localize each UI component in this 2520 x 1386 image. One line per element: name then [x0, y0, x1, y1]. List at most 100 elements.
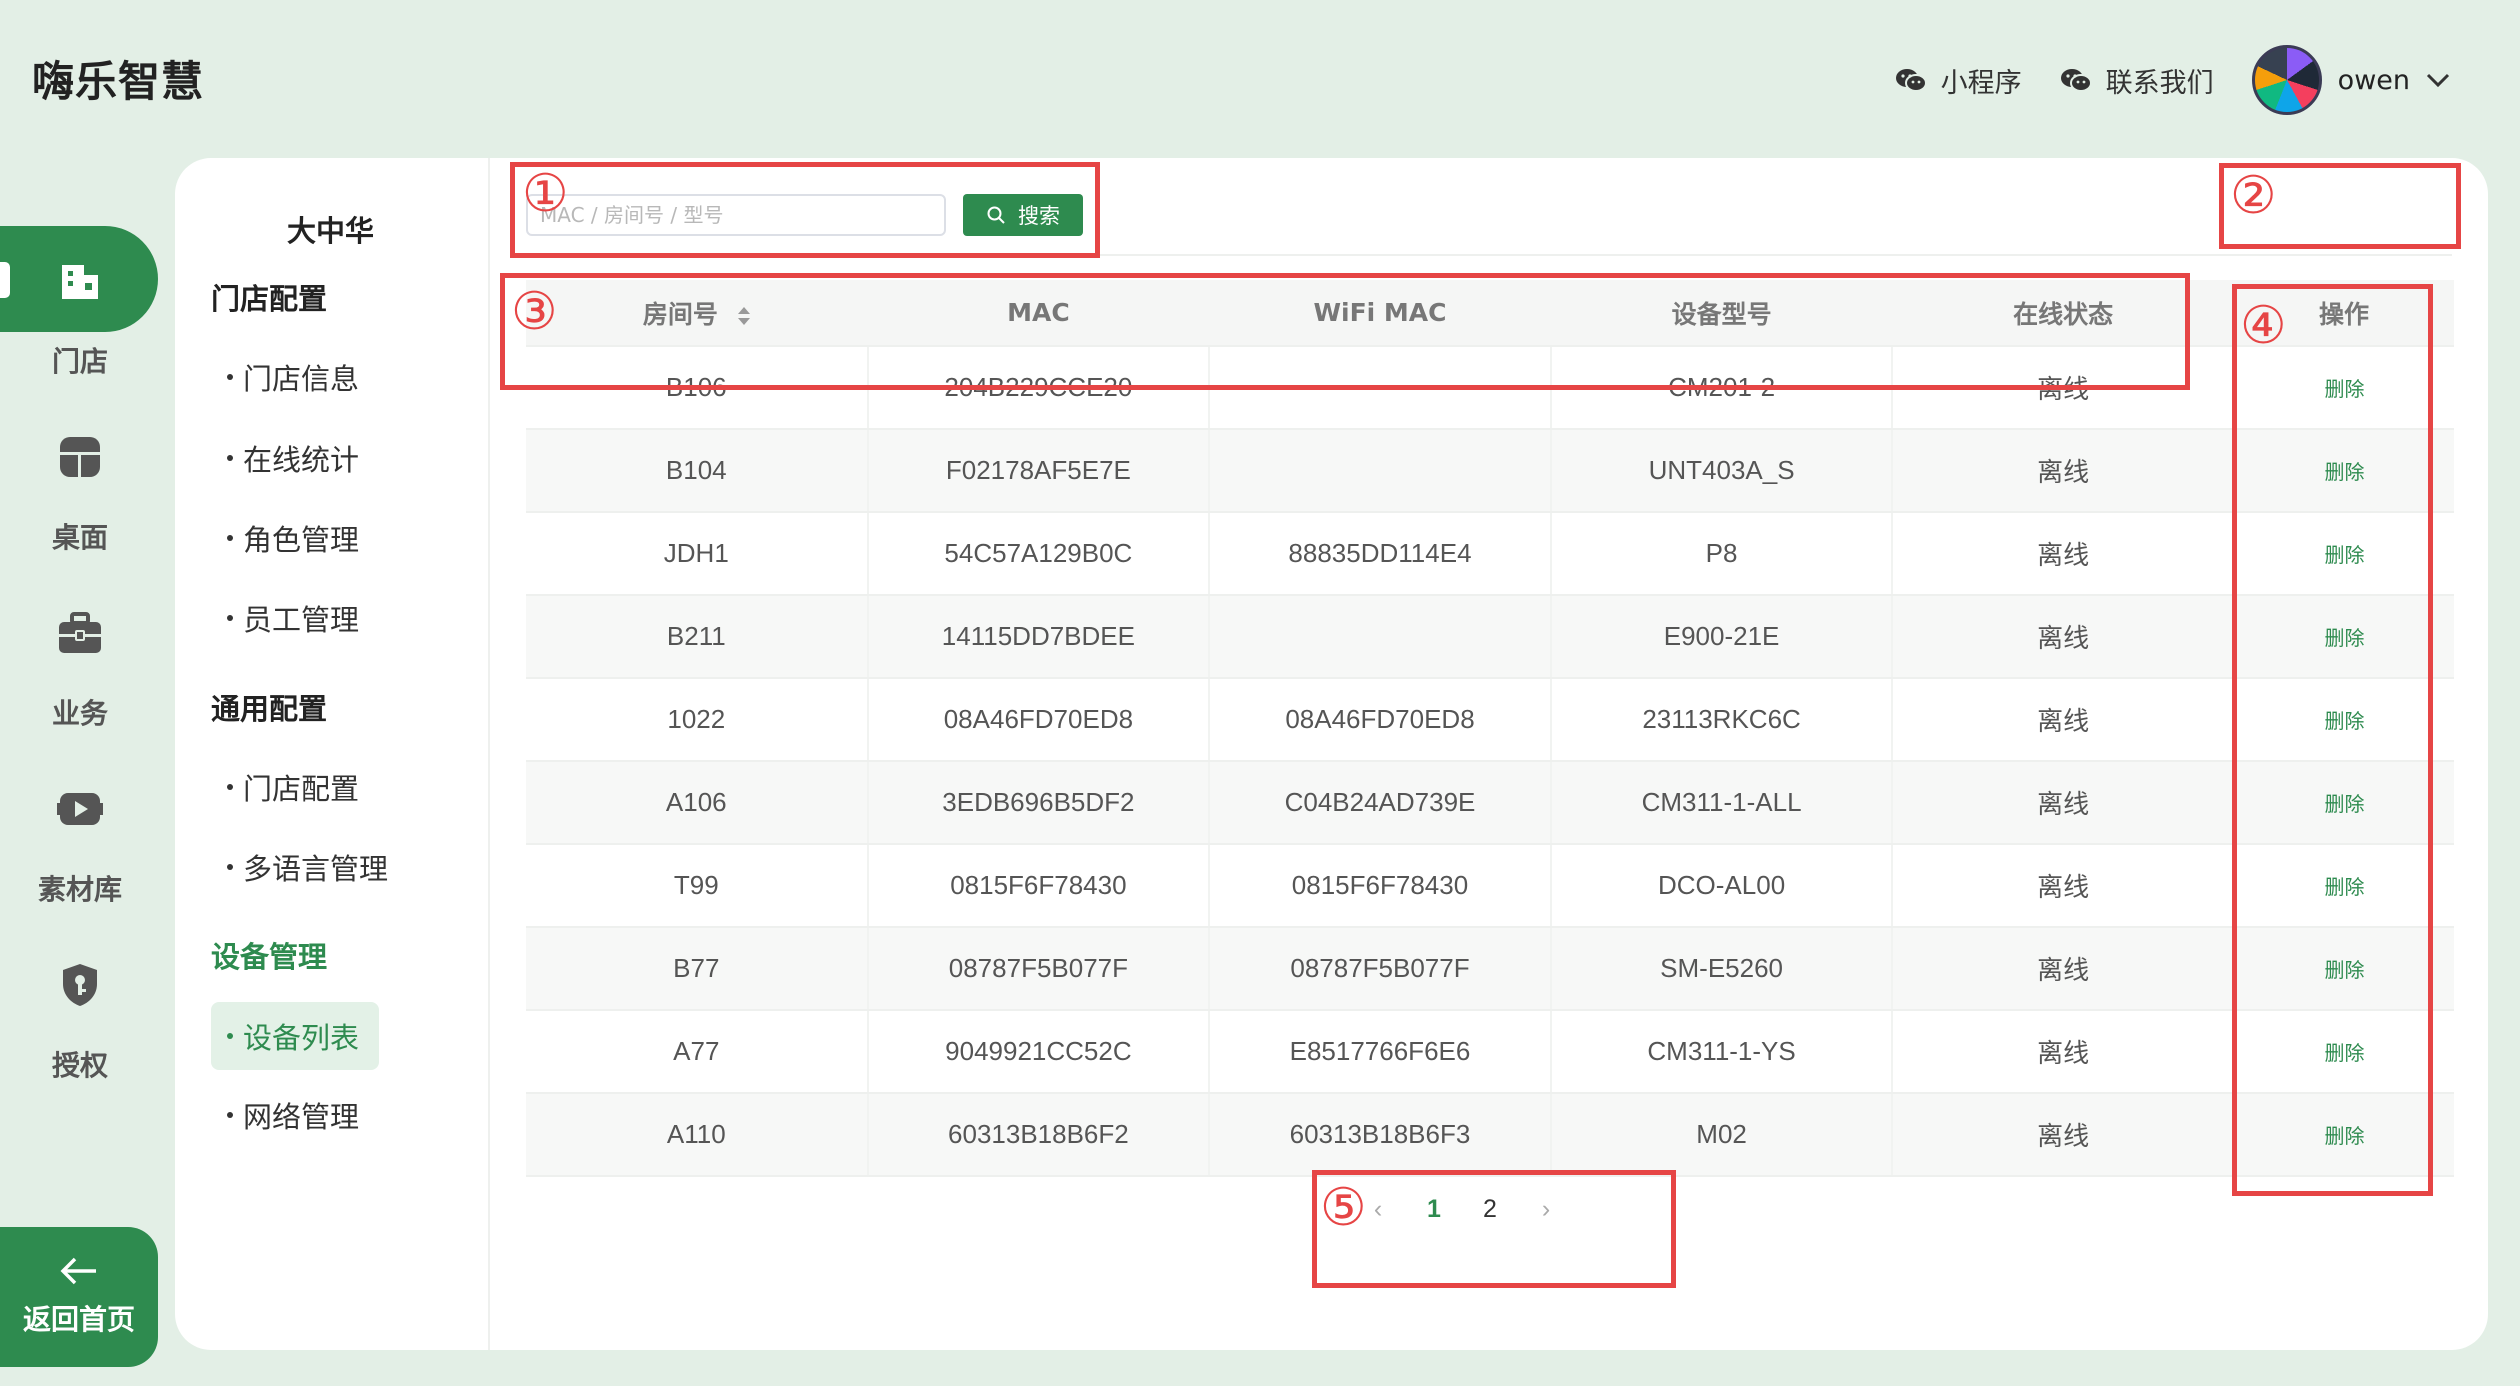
delete-button[interactable]: 删除	[2325, 711, 2365, 733]
cell-model: P8	[1550, 512, 1894, 596]
table-body: B106 204B229CCE20 CM201-2 离线 删除 B104 F02178AF5…	[526, 346, 2454, 1177]
user-avatar[interactable]	[2251, 45, 2322, 115]
submenu-item-store-settings[interactable]: 门店配置	[211, 753, 379, 821]
chevron-down-icon[interactable]	[2426, 72, 2450, 88]
rail-item-store[interactable]: 门店	[0, 226, 160, 402]
annotation-number-1: ①	[522, 164, 569, 224]
submenu-item-store-info[interactable]: 门店信息	[211, 343, 379, 411]
table-row: 1022 08A46FD70ED8 08A46FD70ED8 23113RKC6C 离线…	[526, 678, 2454, 762]
cell-action: 删除	[2234, 595, 2454, 679]
username[interactable]: owen	[2338, 65, 2410, 96]
rail-item-business[interactable]: 业务	[0, 578, 160, 754]
column-header-room[interactable]: 房间号	[526, 280, 868, 347]
miniprogram-link[interactable]: 小程序	[1895, 61, 2022, 100]
cell-status: 离线	[1892, 512, 2235, 596]
cell-action: 删除	[2234, 1093, 2454, 1177]
cell-room: A106	[526, 761, 869, 845]
toolbar-divider	[526, 254, 2452, 256]
contact-us-link[interactable]: 联系我们	[2060, 61, 2214, 100]
column-header-status: 在线状态	[1892, 280, 2234, 347]
submenu-item-role-management[interactable]: 角色管理	[211, 504, 379, 572]
device-list-content: 搜索 房间号 MAC WiFi MAC 设备型号 在线状态 操作	[490, 158, 2488, 1350]
cell-action: 删除	[2234, 844, 2454, 928]
cell-wifi-mac: 60313B18B6F3	[1209, 1093, 1552, 1177]
cell-mac: F02178AF5E7E	[867, 429, 1211, 513]
table-row: B106 204B229CCE20 CM201-2 离线 删除	[526, 346, 2454, 430]
submenu-item-label: 门店信息	[243, 362, 360, 396]
next-page-button[interactable]: ›	[1518, 1195, 1574, 1224]
delete-button[interactable]: 删除	[2325, 628, 2365, 650]
cell-action: 删除	[2234, 429, 2454, 513]
submenu-item-language-management[interactable]: 多语言管理	[211, 833, 408, 901]
cell-mac: 08787F5B077F	[867, 927, 1211, 1011]
cell-mac: 54C57A129B0C	[867, 512, 1211, 596]
submenu-item-label: 网络管理	[243, 1100, 360, 1134]
cell-wifi-mac: 0815F6F78430	[1209, 844, 1552, 928]
cell-action: 删除	[2234, 1010, 2454, 1094]
cell-status: 离线	[1892, 346, 2235, 430]
rail-item-desktop[interactable]: 桌面	[0, 402, 160, 578]
page-button-2[interactable]: 2	[1462, 1195, 1518, 1224]
back-home-button[interactable]: 返回首页	[0, 1227, 158, 1367]
cell-action: 删除	[2234, 761, 2454, 845]
contact-label: 联系我们	[2105, 67, 2214, 99]
rail-label: 桌面	[51, 521, 108, 554]
desktop-icon	[60, 437, 100, 477]
cell-model: CM311-1-YS	[1550, 1010, 1894, 1094]
delete-button[interactable]: 删除	[2325, 1126, 2365, 1148]
submenu-item-online-stats[interactable]: 在线统计	[211, 424, 379, 492]
cell-action: 删除	[2234, 927, 2454, 1011]
cell-status: 离线	[1892, 844, 2235, 928]
top-navigation: 小程序 联系我们 owen	[1857, 40, 2450, 120]
submenu-item-label: 角色管理	[243, 523, 360, 557]
cell-mac: 14115DD7BDEE	[867, 595, 1211, 679]
annotation-number-4: ④	[2240, 296, 2287, 356]
sort-icon[interactable]	[737, 305, 751, 327]
rail-label: 业务	[51, 697, 108, 730]
cell-wifi-mac	[1209, 429, 1552, 513]
submenu-item-device-list[interactable]: 设备列表	[211, 1002, 380, 1070]
submenu-item-staff-management[interactable]: 员工管理	[211, 584, 379, 652]
delete-button[interactable]: 删除	[2325, 794, 2365, 816]
cell-mac: 60313B18B6F2	[867, 1093, 1211, 1177]
submenu-item-label: 在线统计	[243, 443, 360, 477]
cell-action: 删除	[2234, 512, 2454, 596]
cell-wifi-mac	[1209, 346, 1552, 430]
column-header-label: 房间号	[642, 299, 718, 329]
delete-button[interactable]: 删除	[2325, 1043, 2365, 1065]
table-row: B77 08787F5B077F 08787F5B077F SM-E5260 离线 删除	[526, 927, 2454, 1011]
back-home-label: 返回首页	[22, 1303, 135, 1336]
cell-model: SM-E5260	[1550, 927, 1894, 1011]
column-header-mac: MAC	[867, 280, 1210, 347]
delete-button[interactable]: 删除	[2325, 545, 2365, 567]
search-button[interactable]: 搜索	[963, 194, 1083, 236]
group-title-device-management: 设备管理	[211, 940, 328, 974]
search-input[interactable]	[526, 194, 946, 236]
cell-room: B104	[526, 429, 869, 513]
rail-item-media-library[interactable]: 素材库	[0, 754, 160, 930]
cell-model: CM311-1-ALL	[1550, 761, 1894, 845]
delete-button[interactable]: 删除	[2325, 877, 2365, 899]
rail-item-authorization[interactable]: 授权	[0, 930, 160, 1106]
cell-status: 离线	[1892, 1010, 2235, 1094]
cell-room: T99	[526, 844, 869, 928]
page-button-1[interactable]: 1	[1406, 1195, 1462, 1224]
delete-button[interactable]: 删除	[2325, 960, 2365, 982]
device-table: 房间号 MAC WiFi MAC 设备型号 在线状态 操作 B106 204B22…	[526, 280, 2454, 1177]
cell-mac: 9049921CC52C	[867, 1010, 1211, 1094]
cell-model: E900-21E	[1550, 595, 1894, 679]
submenu-item-network-management[interactable]: 网络管理	[211, 1081, 379, 1149]
cell-room: A110	[526, 1093, 869, 1177]
rail-label: 门店	[51, 345, 108, 378]
annotation-number-2: ②	[2230, 166, 2277, 226]
cell-room: JDH1	[526, 512, 869, 596]
cell-room: B211	[526, 595, 869, 679]
cell-wifi-mac: 08A46FD70ED8	[1209, 678, 1552, 762]
cell-status: 离线	[1892, 678, 2235, 762]
delete-button[interactable]: 删除	[2325, 462, 2365, 484]
table-row: A106 3EDB696B5DF2 C04B24AD739E CM311-1-ALL 离…	[526, 761, 2454, 845]
table-row: T99 0815F6F78430 0815F6F78430 DCO-AL00 离线 删除	[526, 844, 2454, 928]
table-row: JDH1 54C57A129B0C 88835DD114E4 P8 离线 删除	[526, 512, 2454, 596]
delete-button[interactable]: 删除	[2325, 379, 2365, 401]
rail-label: 授权	[51, 1049, 108, 1082]
